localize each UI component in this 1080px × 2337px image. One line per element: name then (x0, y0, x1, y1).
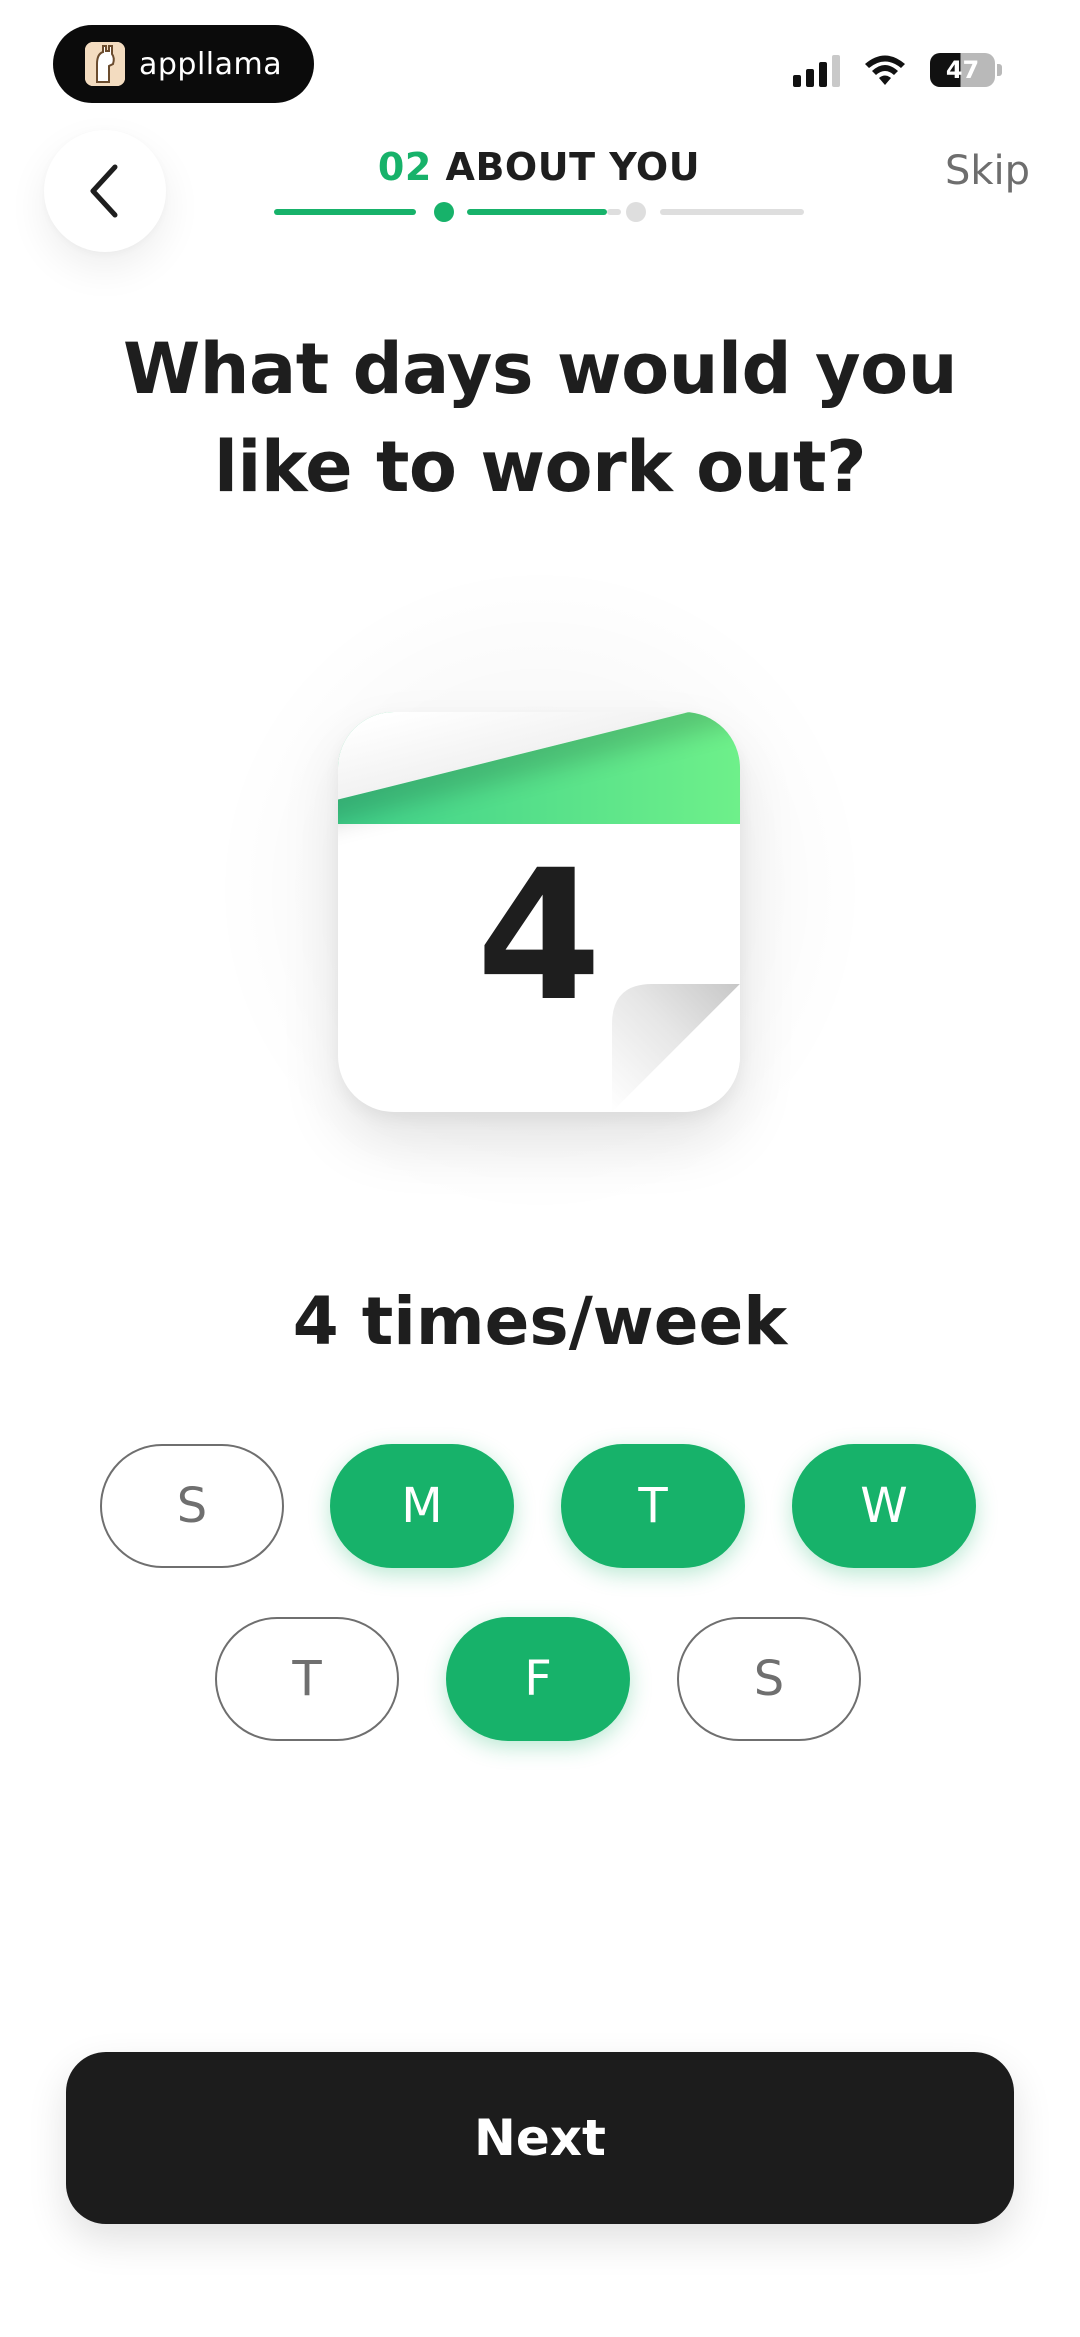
battery-level: 47 (930, 53, 996, 87)
step-label: ABOUT YOU (445, 145, 701, 189)
signal-icon (793, 53, 840, 87)
step-number: 02 (377, 145, 432, 189)
day-toggle-tuesday[interactable]: T (561, 1444, 745, 1568)
day-toggle-wednesday[interactable]: W (792, 1444, 976, 1568)
day-toggle-monday[interactable]: M (330, 1444, 514, 1568)
app-indicator-pill[interactable]: appllama (53, 25, 314, 103)
app-name: appllama (139, 46, 283, 82)
step-title: 02 ABOUT YOU (274, 145, 804, 189)
day-toggle-sunday[interactable]: S (100, 1444, 284, 1568)
skip-button[interactable]: Skip (945, 148, 1030, 194)
day-toggle-thursday[interactable]: T (215, 1617, 399, 1741)
page-title-line-1: What days would you (122, 328, 958, 410)
day-toggle-saturday[interactable]: S (677, 1617, 861, 1741)
next-button[interactable]: Next (66, 2052, 1014, 2224)
calendar-icon: 4 (338, 712, 740, 1112)
status-icons: 47 (793, 52, 1002, 88)
page-title: What days would you like to work out? (90, 320, 990, 516)
back-button[interactable] (44, 130, 166, 252)
page-curl-icon (612, 984, 740, 1112)
day-toggle-friday[interactable]: F (446, 1617, 630, 1741)
frequency-label: 4 times/week (292, 1283, 788, 1360)
step-progress-bar (274, 202, 804, 222)
page-title-line-2: like to work out? (213, 426, 867, 508)
wifi-icon (865, 55, 905, 85)
battery-icon: 47 (930, 52, 1002, 88)
chevron-left-icon (90, 164, 118, 218)
app-logo-icon (85, 42, 125, 86)
